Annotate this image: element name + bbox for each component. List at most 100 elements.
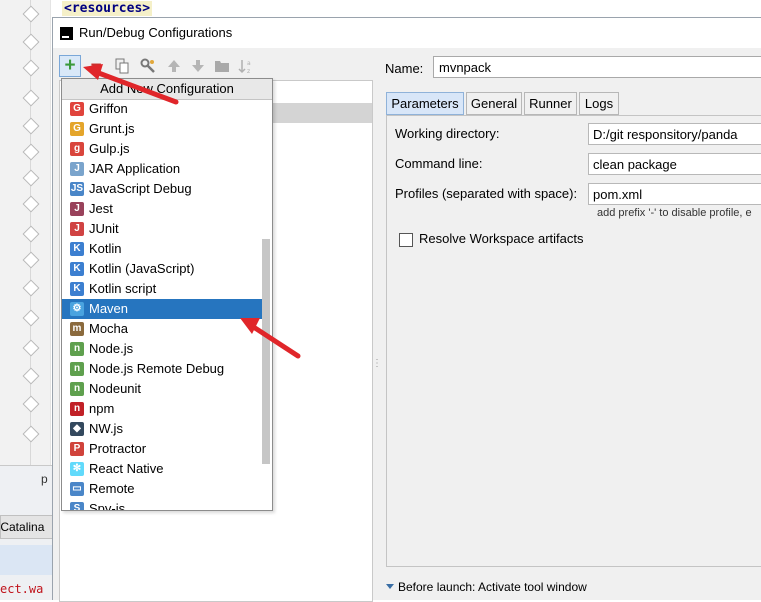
- fold-marker[interactable]: [22, 33, 40, 51]
- add-configuration-popup[interactable]: Add New Configuration G Griffon G Grunt.js g…: [61, 78, 273, 511]
- code-line: <resources>: [62, 1, 153, 16]
- config-type-label: Node.js Remote Debug: [89, 361, 225, 376]
- edit-defaults-button[interactable]: [137, 55, 159, 77]
- resolve-workspace-checkbox[interactable]: [399, 233, 413, 247]
- splitter-handle[interactable]: ⋮: [372, 358, 382, 369]
- fold-marker[interactable]: [22, 5, 40, 23]
- tab-runner[interactable]: Runner: [524, 92, 577, 115]
- fold-marker[interactable]: [22, 425, 40, 443]
- tab-parameters[interactable]: Parameters: [386, 92, 464, 115]
- dialog-titlebar[interactable]: Run/Debug Configurations: [53, 18, 761, 48]
- config-type-label: Kotlin script: [89, 281, 157, 296]
- fold-marker[interactable]: [22, 59, 40, 77]
- config-type-label: Remote: [89, 481, 135, 496]
- config-type-label: Spy-js: [89, 501, 126, 511]
- config-type-nodejs[interactable]: n Node.js: [62, 339, 262, 359]
- profiles-hint: add prefix '-' to disable profile, e: [597, 207, 752, 219]
- config-type-label: Mocha: [89, 321, 129, 336]
- move-up-button[interactable]: [163, 55, 185, 77]
- spyjs-icon: S: [70, 502, 84, 510]
- config-type-kotlin-js[interactable]: K Kotlin (JavaScript): [62, 259, 262, 279]
- resolve-workspace-label: Resolve Workspace artifacts: [419, 231, 584, 246]
- config-type-javascript-debug[interactable]: JS JavaScript Debug: [62, 179, 262, 199]
- kotlin-js-icon: K: [70, 262, 84, 276]
- config-type-nodejs-remote-debug[interactable]: n Node.js Remote Debug: [62, 359, 262, 379]
- config-type-protractor[interactable]: P Protractor: [62, 439, 262, 459]
- intellij-app-icon: [60, 27, 73, 40]
- config-type-react-native[interactable]: ✻ React Native: [62, 459, 262, 479]
- kotlin-script-icon: K: [70, 282, 84, 296]
- fold-marker[interactable]: [22, 89, 40, 107]
- mocha-icon: m: [70, 322, 84, 336]
- catalina-tab-label: Catalina: [0, 520, 45, 534]
- console-selection-bar: [0, 545, 52, 575]
- nodeunit-icon: n: [70, 382, 84, 396]
- config-type-remote[interactable]: ▭ Remote: [62, 479, 262, 499]
- copy-configuration-button[interactable]: [111, 55, 133, 77]
- panel-fragment: p: [41, 472, 48, 486]
- working-directory-label: Working directory:: [395, 126, 500, 141]
- config-type-label: Node.js: [89, 341, 134, 356]
- config-type-junit[interactable]: J JUnit: [62, 219, 262, 239]
- svg-text:z: z: [247, 68, 250, 74]
- config-type-jar[interactable]: J JAR Application: [62, 159, 262, 179]
- popup-scrollbar[interactable]: [262, 239, 270, 464]
- before-launch-section[interactable]: Before launch: Activate tool window: [398, 580, 587, 594]
- config-type-nodeunit[interactable]: n Nodeunit: [62, 379, 262, 399]
- catalina-tab[interactable]: Catalina: [0, 515, 54, 539]
- config-type-label: Griffon: [89, 101, 128, 116]
- move-down-button[interactable]: [187, 55, 209, 77]
- remove-configuration-button[interactable]: −: [85, 55, 107, 77]
- fold-marker[interactable]: [22, 143, 40, 161]
- add-configuration-button[interactable]: +: [59, 55, 81, 77]
- config-type-label: JAR Application: [89, 161, 181, 176]
- folder-button[interactable]: [211, 55, 233, 77]
- jar-icon: J: [70, 162, 84, 176]
- config-type-npm[interactable]: n npm: [62, 399, 262, 419]
- name-field[interactable]: mvnpack: [433, 56, 761, 78]
- fold-marker[interactable]: [22, 309, 40, 327]
- profiles-field[interactable]: pom.xml: [588, 183, 761, 205]
- fold-marker[interactable]: [22, 195, 40, 213]
- fold-marker[interactable]: [22, 169, 40, 187]
- fold-marker[interactable]: [22, 279, 40, 297]
- config-type-nwjs[interactable]: ◆ NW.js: [62, 419, 262, 439]
- fold-marker[interactable]: [22, 251, 40, 269]
- fold-marker[interactable]: [22, 395, 40, 413]
- config-type-griffon[interactable]: G Griffon: [62, 99, 262, 119]
- config-type-label: npm: [89, 401, 115, 416]
- selected-tree-node[interactable]: [270, 103, 372, 123]
- config-type-label: React Native: [89, 461, 164, 476]
- remote-icon: ▭: [70, 482, 84, 496]
- config-type-jest[interactable]: J Jest: [62, 199, 262, 219]
- config-type-label: Protractor: [89, 441, 147, 456]
- config-type-kotlin-script[interactable]: K Kotlin script: [62, 279, 262, 299]
- command-line-field[interactable]: clean package: [588, 153, 761, 175]
- tab-general[interactable]: General: [466, 92, 522, 115]
- name-label: Name:: [385, 61, 424, 76]
- fold-marker[interactable]: [22, 367, 40, 385]
- config-type-grunt[interactable]: G Grunt.js: [62, 119, 262, 139]
- folder-icon: [215, 61, 229, 72]
- fold-marker[interactable]: [22, 117, 40, 135]
- config-type-label: Grunt.js: [89, 121, 135, 136]
- tab-logs[interactable]: Logs: [579, 92, 619, 115]
- fold-marker[interactable]: [22, 339, 40, 357]
- junit-icon: J: [70, 222, 84, 236]
- profiles-label: Profiles (separated with space):: [395, 186, 578, 201]
- javascript-debug-icon: JS: [70, 182, 84, 196]
- griffon-icon: G: [70, 102, 84, 116]
- config-type-gulp[interactable]: g Gulp.js: [62, 139, 262, 159]
- jest-icon: J: [70, 202, 84, 216]
- config-type-spyjs[interactable]: S Spy-js: [62, 499, 262, 511]
- config-type-mocha[interactable]: m Mocha: [62, 319, 262, 339]
- sort-alpha-icon: az: [238, 60, 251, 75]
- protractor-icon: P: [70, 442, 84, 456]
- fold-marker[interactable]: [22, 225, 40, 243]
- working-directory-field[interactable]: D:/git responsitory/panda: [588, 123, 761, 145]
- config-type-maven[interactable]: ⚙ Maven: [62, 299, 262, 319]
- config-type-kotlin[interactable]: K Kotlin: [62, 239, 262, 259]
- expand-triangle-icon[interactable]: [386, 584, 394, 589]
- sort-button[interactable]: az: [235, 55, 257, 77]
- grunt-icon: G: [70, 122, 84, 136]
